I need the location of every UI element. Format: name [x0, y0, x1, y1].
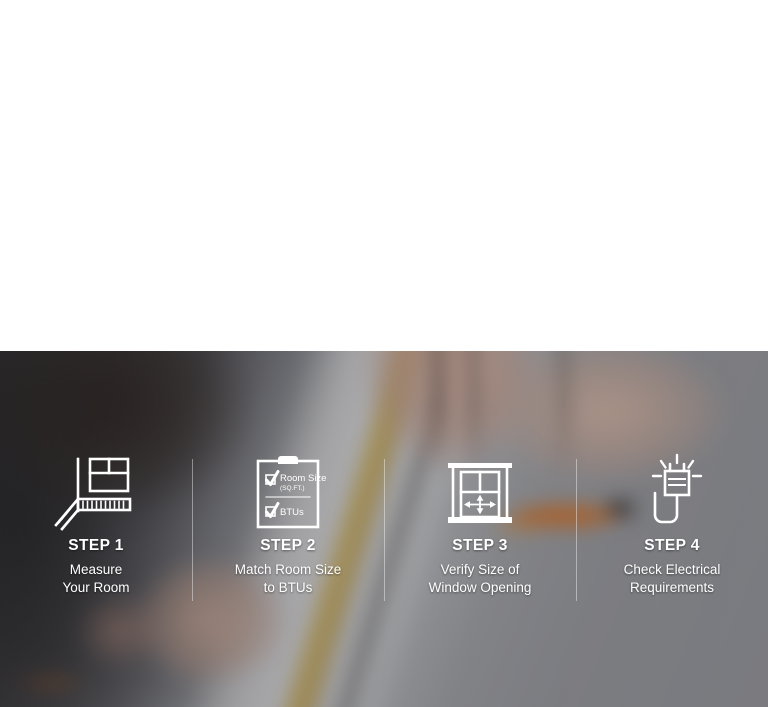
step-title: STEP 3	[452, 537, 508, 554]
blank-top-area	[0, 0, 768, 351]
step-description: Check Electrical Requirements	[624, 561, 721, 597]
step-description-line: Window Opening	[428, 580, 532, 596]
step-title: STEP 4	[644, 537, 700, 554]
clipboard-item-label: Room Size	[280, 473, 326, 484]
step-item-4: STEP 4 Check Electrical Requirements	[576, 351, 768, 707]
step-description-line: Match Room Size	[234, 562, 342, 578]
step-description-line: Measure	[69, 562, 123, 578]
clipboard-checklist-icon: Room Size (SQ.FT.) BTUs	[251, 455, 326, 529]
step-description: Measure Your Room	[62, 561, 129, 597]
step-description-line: Your Room	[62, 580, 130, 596]
ruler-window-measure-icon	[54, 455, 138, 531]
electrical-plug-icon	[639, 453, 705, 529]
step-title: STEP 2	[260, 537, 316, 554]
step-item-3: STEP 3 Verify Size of Window Opening	[384, 351, 576, 707]
step-description-line: Requirements	[629, 580, 715, 596]
page-root: STEP 1 Measure Your Room Room Size (SQ.F…	[0, 0, 768, 707]
clipboard-item-sublabel: (SQ.FT.)	[280, 485, 305, 492]
clipboard-item-label: BTUs	[280, 507, 304, 518]
step-description: Verify Size of Window Opening	[429, 561, 532, 597]
step-item-2: Room Size (SQ.FT.) BTUs STEP 2 Match Roo…	[192, 351, 384, 707]
step-item-1: STEP 1 Measure Your Room	[0, 351, 192, 707]
window-dimensions-arrows-icon	[444, 455, 516, 529]
steps-banner: STEP 1 Measure Your Room Room Size (SQ.F…	[0, 351, 768, 707]
step-description: Match Room Size to BTUs	[235, 561, 342, 597]
steps-row: STEP 1 Measure Your Room Room Size (SQ.F…	[0, 351, 768, 707]
step-description-line: Check Electrical	[623, 562, 721, 578]
step-description-line: Verify Size of	[440, 562, 520, 578]
step-description-line: to BTUs	[263, 580, 313, 596]
step-title: STEP 1	[68, 537, 124, 554]
